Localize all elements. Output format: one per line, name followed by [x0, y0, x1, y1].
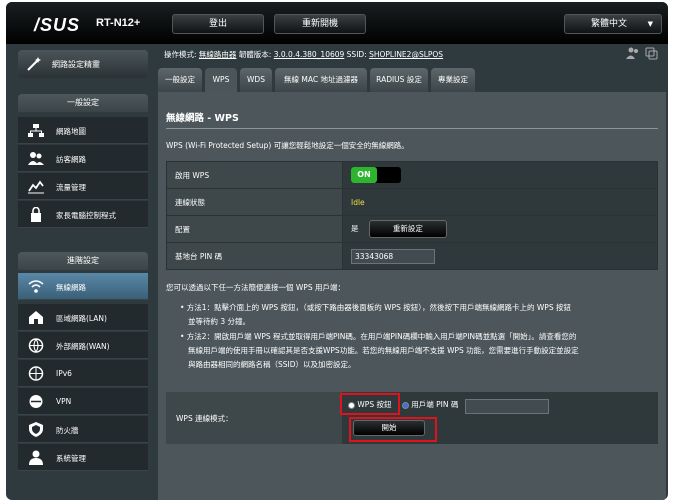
vpn-icon — [29, 395, 43, 408]
admin-user-icon — [29, 450, 43, 465]
firmware-link[interactable]: 3.0.0.4.380_10609 — [274, 50, 345, 59]
sidebar-item-parental-control[interactable]: 家長電腦控制程式 — [18, 201, 148, 228]
sidebar-item-label: 訪客網路 — [56, 155, 86, 164]
advanced-section-title: 進階設定 — [18, 252, 148, 270]
enable-wps-label: 啟用 WPS — [166, 161, 343, 189]
start-button-highlight — [349, 417, 437, 442]
sidebar-item-vpn[interactable]: VPN — [18, 388, 148, 415]
ssid-link[interactable]: SHOPLINE2@SLPOS — [369, 50, 443, 59]
enable-wps-toggle[interactable]: ON — [351, 167, 401, 183]
top-bar: /SUS RT-N12+ 登出 重新開機 繁體中文 ▼ — [6, 2, 668, 44]
wps-mode-label-cell: WPS 連線模式： — [166, 392, 342, 444]
asus-logo: /SUS — [34, 15, 81, 35]
firmware-label: 韌體版本: — [238, 50, 272, 59]
method2-line1: • 方法2：開啟用戶端 WPS 程式並取得用戶端PIN碼。在用戶端PIN碼欄中輸… — [180, 332, 577, 341]
table-row: 啟用 WPS ON — [166, 161, 658, 189]
traffic-manager-icon — [28, 180, 44, 194]
tab-professional[interactable]: 專業設定 — [431, 68, 475, 92]
ap-pin-label: 基地台 PIN 碼 — [166, 242, 343, 270]
sidebar-item-ipv6[interactable]: IPv6 — [18, 360, 148, 387]
sidebar-item-guest-network[interactable]: 訪客網路 — [18, 145, 148, 172]
tab-mac-filter[interactable]: 無線 MAC 地址過濾器 — [275, 68, 367, 92]
chevron-down-icon: ▼ — [647, 20, 653, 28]
ap-pin-field[interactable]: 33343068 — [351, 248, 435, 264]
wizard-label: 網路設定精靈 — [52, 60, 100, 69]
magic-wand-icon — [27, 57, 41, 71]
logout-button[interactable]: 登出 — [172, 14, 264, 34]
page-description: WPS (Wi-Fi Protected Setup) 可讓您輕鬆地設定一個安全… — [166, 141, 409, 150]
language-label: 繁體中文 — [591, 19, 628, 29]
wan-icon — [28, 338, 44, 353]
wps-button-highlight — [340, 393, 400, 415]
table-row: 基地台 PIN 碼 33343068 — [166, 242, 658, 270]
sidebar-item-traffic-manager[interactable]: 流量管理 — [18, 173, 148, 200]
title-divider — [166, 128, 658, 129]
sidebar-item-firewall[interactable]: 防火牆 — [18, 416, 148, 443]
enable-wps-cell: ON — [342, 161, 658, 189]
wps-mode-label: WPS 連線模式： — [176, 414, 233, 423]
sidebar-item-label: 外部網路(WAN) — [56, 342, 110, 351]
page-title: 無線網路 - WPS — [166, 113, 239, 124]
sidebar-item-label: 防火牆 — [56, 426, 79, 435]
sidebar-item-label: 無線網路 — [56, 283, 86, 292]
wps-settings-table: 啟用 WPS ON 連線狀態 Idle 配置 是 重新設定 基地台 PIN 碼 … — [166, 161, 658, 270]
wireless-icon — [28, 280, 44, 293]
network-map-icon — [28, 124, 44, 137]
table-row: 連線狀態 Idle — [166, 188, 658, 216]
general-section-title: 一般設定 — [18, 94, 148, 112]
reboot-button[interactable]: 重新開機 — [274, 14, 366, 34]
status-info-line: 操作模式: 無線路由器 韌體版本: 3.0.0.4.380_10609 SSID… — [164, 49, 443, 60]
tab-wds[interactable]: WDS — [240, 68, 272, 92]
lan-icon — [29, 311, 43, 324]
client-pin-radio[interactable] — [401, 401, 409, 409]
toggle-on-label: ON — [351, 167, 377, 183]
sidebar-item-lan[interactable]: 區域網路(LAN) — [18, 304, 148, 331]
method1-line2: 並等待約 3 分鐘。 — [188, 317, 251, 326]
sidebar-item-wan[interactable]: 外部網路(WAN) — [18, 332, 148, 359]
method-intro: 您可以透過以下任一方法簡便連接一個 WPS 用戶端： — [166, 283, 345, 292]
sidebar-item-label: 區域網路(LAN) — [56, 314, 107, 323]
quick-setup-wizard-button[interactable]: 網路設定精靈 — [18, 50, 148, 78]
tab-radius[interactable]: RADIUS 設定 — [370, 68, 428, 92]
table-row: 配置 是 重新設定 — [166, 215, 658, 243]
connection-status-label: 連線狀態 — [166, 188, 343, 216]
sidebar-item-administration[interactable]: 系統管理 — [18, 444, 148, 471]
ipv6-icon — [28, 366, 44, 381]
parental-control-icon — [31, 207, 41, 222]
sidebar-item-label: VPN — [56, 397, 72, 406]
configured-value: 是 — [351, 224, 359, 233]
connection-status-value: Idle — [342, 188, 658, 216]
sidebar-item-label: 流量管理 — [56, 183, 86, 192]
sidebar-item-wireless[interactable]: 無線網路 — [18, 273, 148, 300]
sidebar-item-label: 系統管理 — [56, 454, 86, 463]
method2-line2: 無線用戶端的使用手冊以確認其是否支援WPS功能。若您的無線用戶端不支援 WPS … — [188, 346, 579, 355]
ap-pin-cell: 33343068 — [342, 242, 658, 270]
configured-cell: 是 重新設定 — [342, 215, 658, 243]
ssid-label: SSID: — [346, 50, 367, 59]
shield-icon — [29, 422, 43, 437]
mode-link[interactable]: 無線路由器 — [199, 50, 237, 59]
sidebar-item-network-map[interactable]: 網路地圖 — [18, 117, 148, 144]
mode-label: 操作模式: — [164, 50, 197, 59]
wps-panel: 無線網路 - WPS WPS (Wi-Fi Protected Setup) 可… — [158, 92, 666, 500]
router-admin-window: /SUS RT-N12+ 登出 重新開機 繁體中文 ▼ 網路設定精靈 一般設定 … — [6, 2, 668, 500]
sidebar-item-label: 網路地圖 — [56, 127, 86, 136]
user-icon[interactable] — [626, 46, 640, 60]
usb-icon[interactable] — [644, 46, 658, 60]
tab-general[interactable]: 一般設定 — [158, 68, 202, 92]
tab-wps[interactable]: WPS — [205, 68, 237, 92]
guest-network-icon — [28, 152, 44, 165]
method2-line3: 與路由器相同的網路名稱（SSID）以及加密設定。 — [188, 360, 356, 369]
sidebar-item-label: 家長電腦控制程式 — [56, 211, 116, 220]
sidebar-item-label: IPv6 — [56, 369, 72, 378]
client-pin-input[interactable] — [465, 399, 549, 414]
model-name: RT-N12+ — [96, 17, 141, 29]
client-pin-option-label: 用戶端 PIN 碼 — [411, 400, 459, 409]
reset-button[interactable]: 重新設定 — [368, 220, 447, 238]
language-select[interactable]: 繁體中文 ▼ — [564, 14, 662, 34]
method1-line1: • 方法1：點擊介面上的 WPS 按鈕，（或按下路由器後面板的 WPS 按鈕），… — [180, 303, 571, 312]
configured-label: 配置 — [166, 215, 343, 243]
